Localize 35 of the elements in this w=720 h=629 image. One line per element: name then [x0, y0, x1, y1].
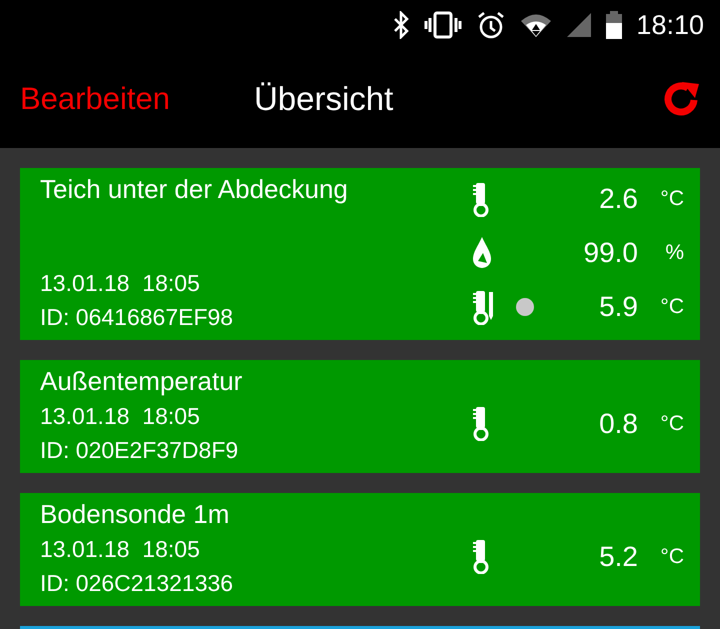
timestamp: 13.01.18 18:05 [40, 535, 201, 564]
sensor-name: Bodensonde 1m [40, 498, 230, 531]
sensor-name: Außentemperatur [40, 365, 244, 398]
signal-icon [566, 12, 592, 38]
reading-value: 0.8 [599, 406, 638, 440]
edit-button[interactable]: Bearbeiten [20, 76, 170, 122]
battery-icon [606, 11, 622, 39]
drop-icon [470, 236, 494, 270]
sensor-id: ID: 06416867EF98 [40, 303, 234, 332]
reading-value: 5.9 [599, 290, 638, 324]
bluetooth-icon [392, 11, 410, 39]
sensor-id: ID: 020E2F37D8F9 [40, 436, 240, 465]
reading-unit: °C [659, 544, 684, 570]
sensor-card[interactable]: Teich unter der Abdeckung 13.01.18 18:05 ID: 06416867EF98 2.6 °C 99.0 % 5.9 °C [20, 168, 700, 340]
vibrate-icon [424, 11, 462, 39]
refresh-icon [662, 80, 700, 118]
reading-unit: °C [659, 294, 684, 320]
reading-unit: °C [659, 410, 684, 437]
reading-unit: °C [659, 186, 684, 212]
thermometer-probe-icon [470, 290, 494, 324]
refresh-button[interactable] [662, 80, 700, 118]
screen-title: Übersicht [254, 79, 394, 120]
reading-value: 5.2 [599, 540, 638, 574]
timestamp: 13.01.18 18:05 [40, 402, 201, 431]
reading-unit: % [664, 240, 684, 266]
sensor-id: ID: 026C21321336 [40, 569, 234, 598]
alarm-icon [476, 10, 506, 40]
sensor-card[interactable]: Außentemperatur 13.01.18 18:05 ID: 020E2F37D8F9 0.8 °C [20, 360, 700, 473]
reading-value: 2.6 [599, 182, 638, 216]
sensor-name: Teich unter der Abdeckung [40, 173, 349, 206]
wifi-icon [520, 12, 552, 38]
clock: 18:10 [636, 8, 704, 42]
timestamp: 13.01.18 18:05 [40, 269, 201, 298]
sensor-card[interactable]: Bodensonde 1m 13.01.18 18:05 ID: 026C21321336 5.2 °C [20, 493, 700, 606]
reading-value: 99.0 [584, 236, 638, 270]
